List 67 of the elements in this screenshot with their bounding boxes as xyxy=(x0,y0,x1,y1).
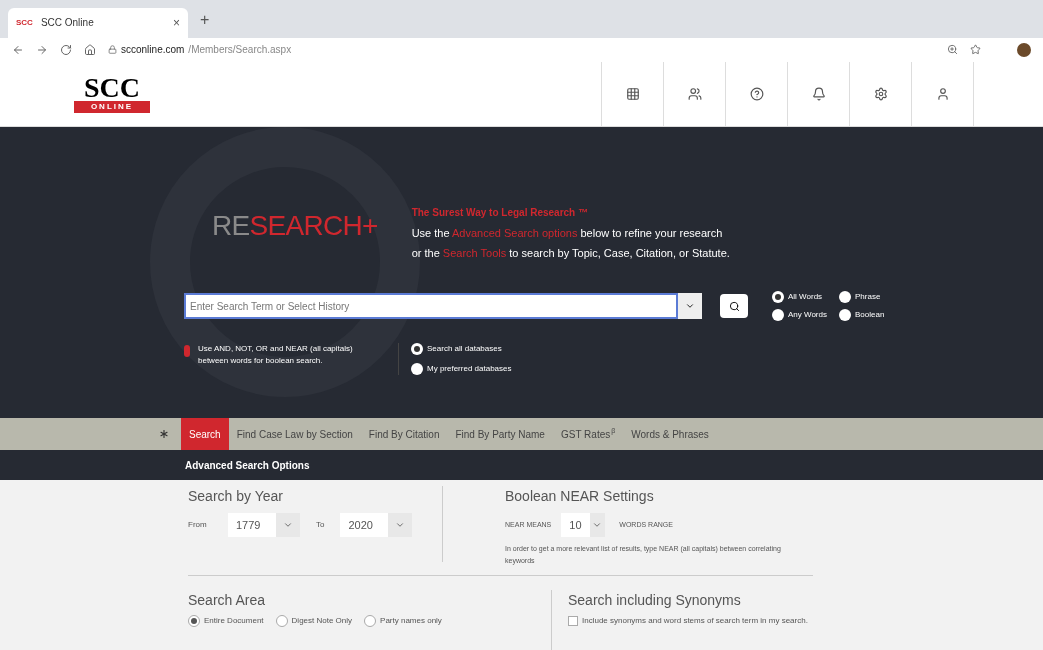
settings-icon xyxy=(873,86,888,101)
section-heading: Search including Synonyms xyxy=(568,591,742,610)
back-icon[interactable] xyxy=(12,43,24,56)
radio-label: My preferred databases xyxy=(427,363,512,376)
history-dropdown-button[interactable] xyxy=(678,293,702,320)
tab-title: SCC Online xyxy=(40,16,95,31)
intro-text: Use the Advanced Search options below to refine your research xyxy=(411,226,724,242)
radio-button[interactable] xyxy=(275,615,288,627)
radio-button[interactable] xyxy=(411,343,423,356)
close-icon[interactable]: × xyxy=(173,13,180,32)
radio-label: Search all databases xyxy=(427,343,502,356)
year-dropdown[interactable]: 2020 xyxy=(340,513,413,537)
reload-icon[interactable] xyxy=(60,43,72,56)
radio-button[interactable] xyxy=(364,615,377,627)
field-label: To xyxy=(316,519,325,531)
year-dropdown[interactable]: 1779 xyxy=(228,513,300,537)
nav-tab[interactable]: GST Rates$^{β}$ xyxy=(552,418,624,451)
caret-icon xyxy=(592,520,603,530)
radio-button[interactable] xyxy=(772,309,784,322)
radio-label: Party names only xyxy=(380,615,442,627)
radio-button[interactable] xyxy=(411,363,423,376)
radio-button[interactable] xyxy=(772,291,784,304)
bell-icon xyxy=(811,86,826,101)
radio-button[interactable] xyxy=(839,291,851,304)
radio-label: Digest Note Only xyxy=(291,615,353,627)
search-field[interactable]: Enter Search Term or Select History xyxy=(184,293,678,320)
radio-label: Any Words xyxy=(788,309,827,322)
caret-icon xyxy=(283,520,293,530)
info-icon xyxy=(184,345,190,358)
checkbox[interactable] xyxy=(568,616,578,626)
field-label: From xyxy=(188,519,208,531)
radio-label: All Words xyxy=(788,291,823,304)
search-icon xyxy=(728,300,740,312)
help-icon xyxy=(749,86,764,101)
home-icon[interactable] xyxy=(84,43,96,56)
search-button[interactable] xyxy=(720,294,748,319)
radio-button[interactable] xyxy=(839,309,851,322)
caret-icon xyxy=(395,520,406,530)
section-title: Advanced Search Options xyxy=(185,458,310,473)
checkbox-label: Include synonyms and word stems of search term in my search. xyxy=(582,615,808,627)
user-icon xyxy=(935,86,950,101)
section-heading: Search Area xyxy=(188,591,267,610)
users-icon xyxy=(687,86,702,101)
profile-avatar[interactable] xyxy=(1017,42,1031,57)
browser-tab[interactable]: SCC SCC Online × xyxy=(8,7,188,38)
radio-label: Phrase xyxy=(855,291,881,304)
section-heading: Boolean NEAR Settings xyxy=(505,487,655,506)
boolean-hint: Use AND, NOT, OR and NEAR (all capitals) between words for boolean search. xyxy=(198,343,354,368)
new-tab-button[interactable]: + xyxy=(200,7,210,32)
section-heading: Search by Year xyxy=(188,487,284,506)
near-dropdown[interactable]: 10 xyxy=(561,513,606,537)
logo[interactable]: SCC ONLINE xyxy=(74,74,150,113)
apps-grid-icon xyxy=(625,86,640,101)
bookmark-icon[interactable] xyxy=(970,44,981,56)
nav-tab[interactable]: Find Case Law by Section xyxy=(228,418,361,451)
zoom-icon[interactable] xyxy=(947,44,958,56)
favicon-icon: SCC xyxy=(16,16,33,29)
radio-button[interactable] xyxy=(188,615,200,627)
nav-tab[interactable]: Words & Phrases xyxy=(623,418,717,451)
tagline: The Surest Way to Legal Research ™ xyxy=(411,206,589,221)
radio-label: Entire Document xyxy=(204,615,264,627)
nav-tab[interactable]: Search xyxy=(181,418,229,451)
intro-text: or the Search Tools to search by Topic, Case, Citation, or Statute. xyxy=(411,246,730,262)
nav-tab[interactable]: Find By Party Name xyxy=(447,418,553,451)
radio-label: Boolean xyxy=(855,309,885,322)
research-logo: RESEARCH+ xyxy=(212,209,378,244)
nav-tab[interactable]: Find By Citation xyxy=(360,418,448,451)
